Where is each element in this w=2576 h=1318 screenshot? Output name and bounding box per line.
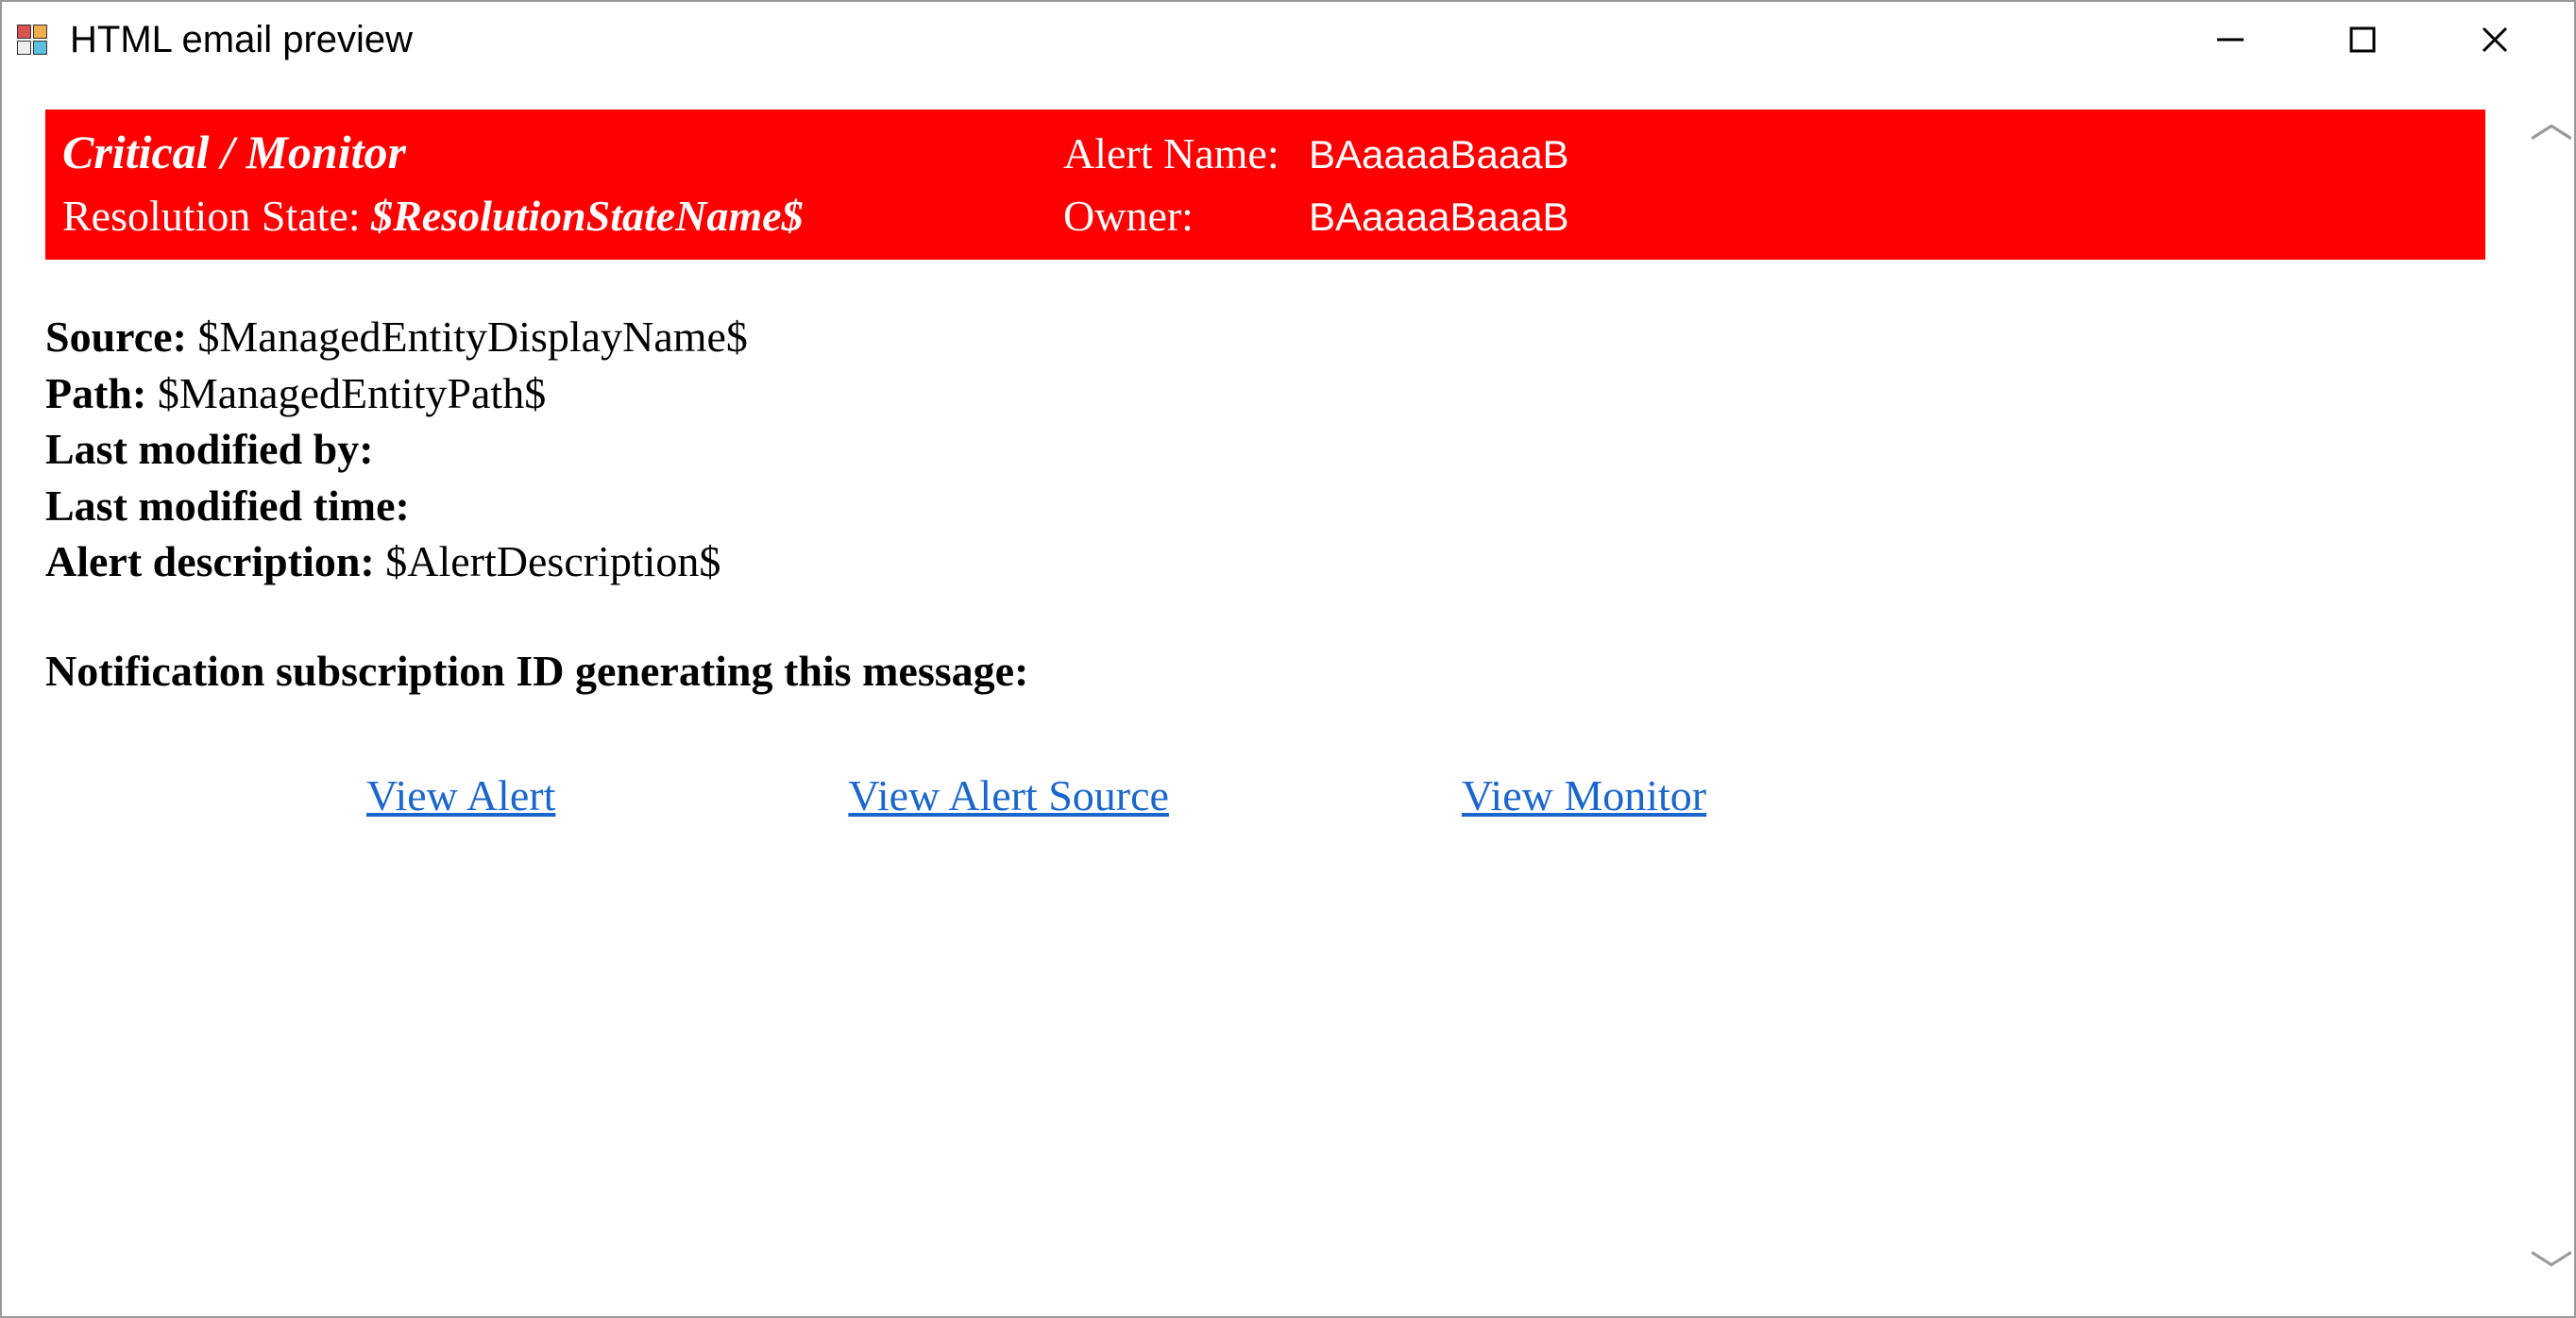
alert-header-row-2: Resolution State: $ResolutionStateName$ … [62, 185, 2468, 246]
path-line: Path: $ManagedEntityPath$ [45, 369, 2485, 418]
client-area: Critical / Monitor Alert Name: BAaaaaBaa… [2, 77, 2574, 1316]
alert-header-row-1: Critical / Monitor Alert Name: BAaaaaBaa… [62, 119, 2468, 185]
minimize-button[interactable] [2193, 11, 2268, 68]
app-icon [15, 23, 49, 57]
window-control-buttons [2193, 11, 2561, 68]
last-modified-by-line: Last modified by: [45, 425, 2485, 474]
path-value: $ManagedEntityPath$ [158, 369, 546, 417]
source-label: Source: [45, 313, 187, 361]
close-icon [2476, 21, 2514, 59]
path-label: Path: [45, 369, 146, 417]
alert-name-label: Alert Name: [1063, 128, 1309, 178]
vertical-scrollbar[interactable]: ︿ ﹀ [2529, 77, 2574, 1316]
owner-value: BAaaaaBaaaB [1309, 194, 2468, 240]
scroll-down-icon[interactable]: ﹀ [2530, 1250, 2573, 1293]
source-line: Source: $ManagedEntityDisplayName$ [45, 313, 2485, 362]
subscription-label: Notification subscription ID generating … [45, 647, 1028, 695]
email-preview-content: Critical / Monitor Alert Name: BAaaaaBaa… [2, 77, 2529, 1316]
maximize-icon [2344, 21, 2381, 59]
subscription-line: Notification subscription ID generating … [45, 647, 2485, 696]
resolution-state-value: $ResolutionStateName$ [371, 192, 803, 240]
alert-description-label: Alert description: [45, 537, 375, 585]
view-monitor-link[interactable]: View Monitor [1462, 770, 1706, 820]
scroll-up-icon[interactable]: ︿ [2530, 100, 2573, 144]
last-modified-by-label: Last modified by: [45, 425, 374, 473]
severity-source: Critical / Monitor [62, 125, 1063, 179]
maximize-button[interactable] [2325, 11, 2400, 68]
owner-label: Owner: [1063, 191, 1309, 241]
alert-name-value: BAaaaaBaaaB [1309, 132, 2468, 177]
view-alert-source-link[interactable]: View Alert Source [848, 770, 1169, 820]
resolution-state-label: Resolution State: [62, 192, 361, 240]
titlebar: HTML email preview [2, 2, 2574, 77]
last-modified-time-label: Last modified time: [45, 482, 410, 530]
view-alert-link[interactable]: View Alert [366, 770, 555, 820]
window-title: HTML email preview [70, 19, 2193, 61]
alert-description-line: Alert description: $AlertDescription$ [45, 537, 2485, 586]
resolution-state-cell: Resolution State: $ResolutionStateName$ [62, 191, 1063, 241]
alert-header-banner: Critical / Monitor Alert Name: BAaaaaBaa… [45, 110, 2485, 260]
window-frame: HTML email preview Critical / Monitor Al… [0, 0, 2576, 1318]
last-modified-time-line: Last modified time: [45, 482, 2485, 531]
action-links-row: View Alert View Alert Source View Monito… [45, 770, 2485, 820]
alert-description-value: $AlertDescription$ [385, 537, 720, 585]
close-button[interactable] [2457, 11, 2533, 68]
minimize-icon [2212, 21, 2249, 59]
source-value: $ManagedEntityDisplayName$ [197, 313, 748, 361]
